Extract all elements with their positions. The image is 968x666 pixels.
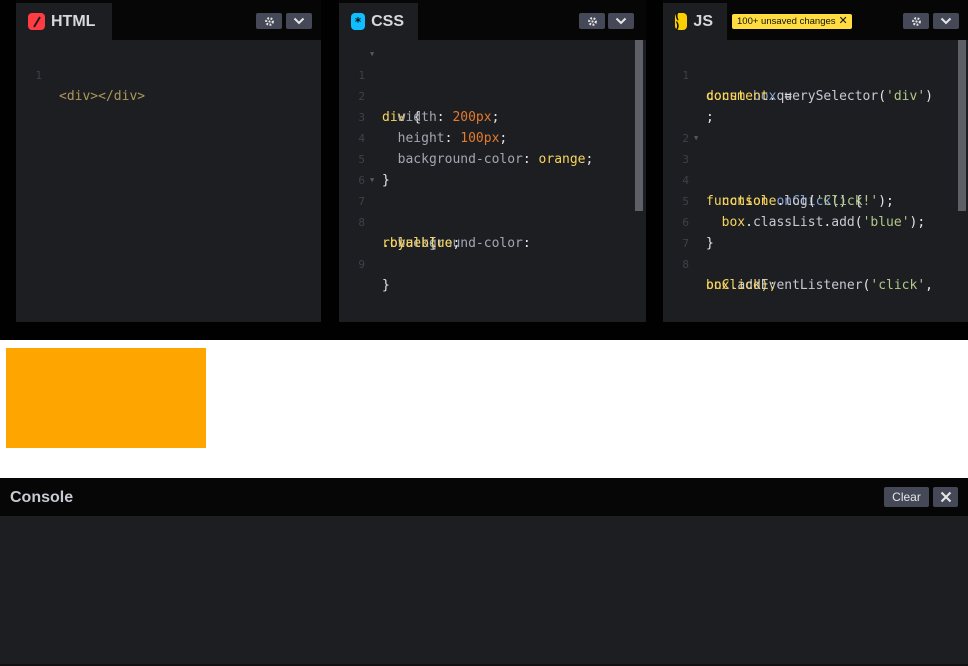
- code-line: 6 }: [663, 191, 968, 251]
- line-number: 1: [35, 69, 42, 82]
- css-editor-header: * CSS: [339, 0, 646, 40]
- js-string: 'click': [870, 278, 926, 293]
- code-line: 7: [663, 212, 968, 250]
- gear-icon: [264, 16, 274, 26]
- fold-arrow-icon[interactable]: ▼: [370, 44, 374, 65]
- code-line: 5 }: [339, 128, 646, 188]
- css-collapse-button[interactable]: [608, 13, 634, 29]
- code-line: document.querySelector('div'): [663, 65, 968, 104]
- code-line: 8 background-color:: [339, 191, 646, 251]
- html-code[interactable]: 1 <div></div>: [16, 44, 321, 104]
- editors-area: HTML 1 <div></div> * CSS 1 ▼ div {2 wid…: [0, 0, 968, 322]
- js-editor-panel: ( ) JS 100+ unsaved changes ✕ 1 const bo…: [663, 0, 968, 322]
- js-collapse-button[interactable]: [933, 13, 959, 29]
- code-line: 5 box.classList.add('blue');: [663, 170, 968, 230]
- code-line: 7 ▼ .blue {: [339, 170, 646, 251]
- js-scrollbar[interactable]: [958, 40, 966, 211]
- code-line: 8 box.addEventListener('click',: [663, 233, 968, 293]
- close-console-button[interactable]: [933, 487, 958, 507]
- code-line: 2: [663, 107, 968, 145]
- css-settings-button[interactable]: [579, 13, 605, 29]
- js-editor-header: ( ) JS 100+ unsaved changes ✕: [663, 0, 968, 40]
- result-preview: [0, 340, 968, 478]
- clear-button[interactable]: Clear: [884, 487, 929, 507]
- html-editor-panel: HTML 1 <div></div>: [16, 0, 321, 322]
- js-tab-label: JS: [693, 12, 713, 30]
- unsaved-changes-label: 100+ unsaved changes: [737, 16, 836, 27]
- fold-arrow-icon[interactable]: ▼: [370, 170, 374, 191]
- chevron-down-icon: [293, 17, 305, 25]
- console-output[interactable]: [0, 516, 968, 666]
- html-collapse-button[interactable]: [286, 13, 312, 29]
- chevron-down-icon: [615, 17, 627, 25]
- html-icon: [28, 13, 45, 30]
- code-line: 4 console.log('Click!');: [663, 149, 968, 209]
- code-line: 1 ▼ div {: [339, 44, 646, 125]
- console-header: Console Clear: [0, 478, 968, 516]
- code-line: 9 }: [339, 233, 646, 293]
- close-icon[interactable]: ✕: [839, 16, 848, 27]
- code-line: ;: [663, 86, 968, 125]
- code-line: 4 background-color: orange;: [339, 107, 646, 167]
- code-line: 3 ▼ function onClick() {: [663, 128, 968, 209]
- css-tab[interactable]: * CSS: [339, 3, 418, 40]
- gear-icon: [911, 16, 921, 26]
- code-line: 2 width: 200px;: [339, 65, 646, 125]
- fold-arrow-icon[interactable]: ▼: [694, 128, 698, 149]
- code-line: 6: [339, 149, 646, 187]
- css-editor-panel: * CSS 1 ▼ div { 2 width: 200px; 3 height…: [339, 0, 646, 322]
- code-line: 3 height: 100px;: [339, 86, 646, 146]
- line-number: 9: [358, 258, 365, 271]
- html-settings-button[interactable]: [256, 13, 282, 29]
- js-icon: ( ): [675, 11, 688, 31]
- js-comma: ,: [925, 278, 933, 293]
- code-line: royalblue;: [339, 212, 646, 251]
- js-settings-button[interactable]: [903, 13, 929, 29]
- html-tab-label: HTML: [51, 12, 96, 30]
- code-line: 1 const box =: [663, 44, 968, 104]
- js-argument: onClick);: [706, 278, 777, 293]
- code-text: <div></div>: [59, 89, 146, 104]
- css-scrollbar[interactable]: [635, 40, 643, 211]
- console-title: Console: [10, 489, 74, 506]
- chevron-down-icon: [940, 17, 952, 25]
- html-tab[interactable]: HTML: [16, 3, 112, 40]
- close-icon: [940, 491, 951, 503]
- gear-icon: [587, 16, 597, 26]
- code-line: 1 <div></div>: [16, 44, 321, 104]
- js-tab[interactable]: ( ) JS: [663, 3, 727, 40]
- orange-box[interactable]: [6, 348, 206, 448]
- css-brace: }: [382, 278, 390, 293]
- code-line: onClick);: [663, 254, 968, 293]
- js-code[interactable]: 1 const box = document.querySelector('di…: [663, 44, 968, 293]
- css-tab-label: CSS: [371, 12, 404, 30]
- css-icon: *: [351, 13, 366, 30]
- unsaved-changes-badge[interactable]: 100+ unsaved changes ✕: [732, 14, 852, 29]
- css-code[interactable]: 1 ▼ div { 2 width: 200px; 3 height: 100p…: [339, 44, 646, 293]
- html-editor-header: HTML: [16, 0, 321, 40]
